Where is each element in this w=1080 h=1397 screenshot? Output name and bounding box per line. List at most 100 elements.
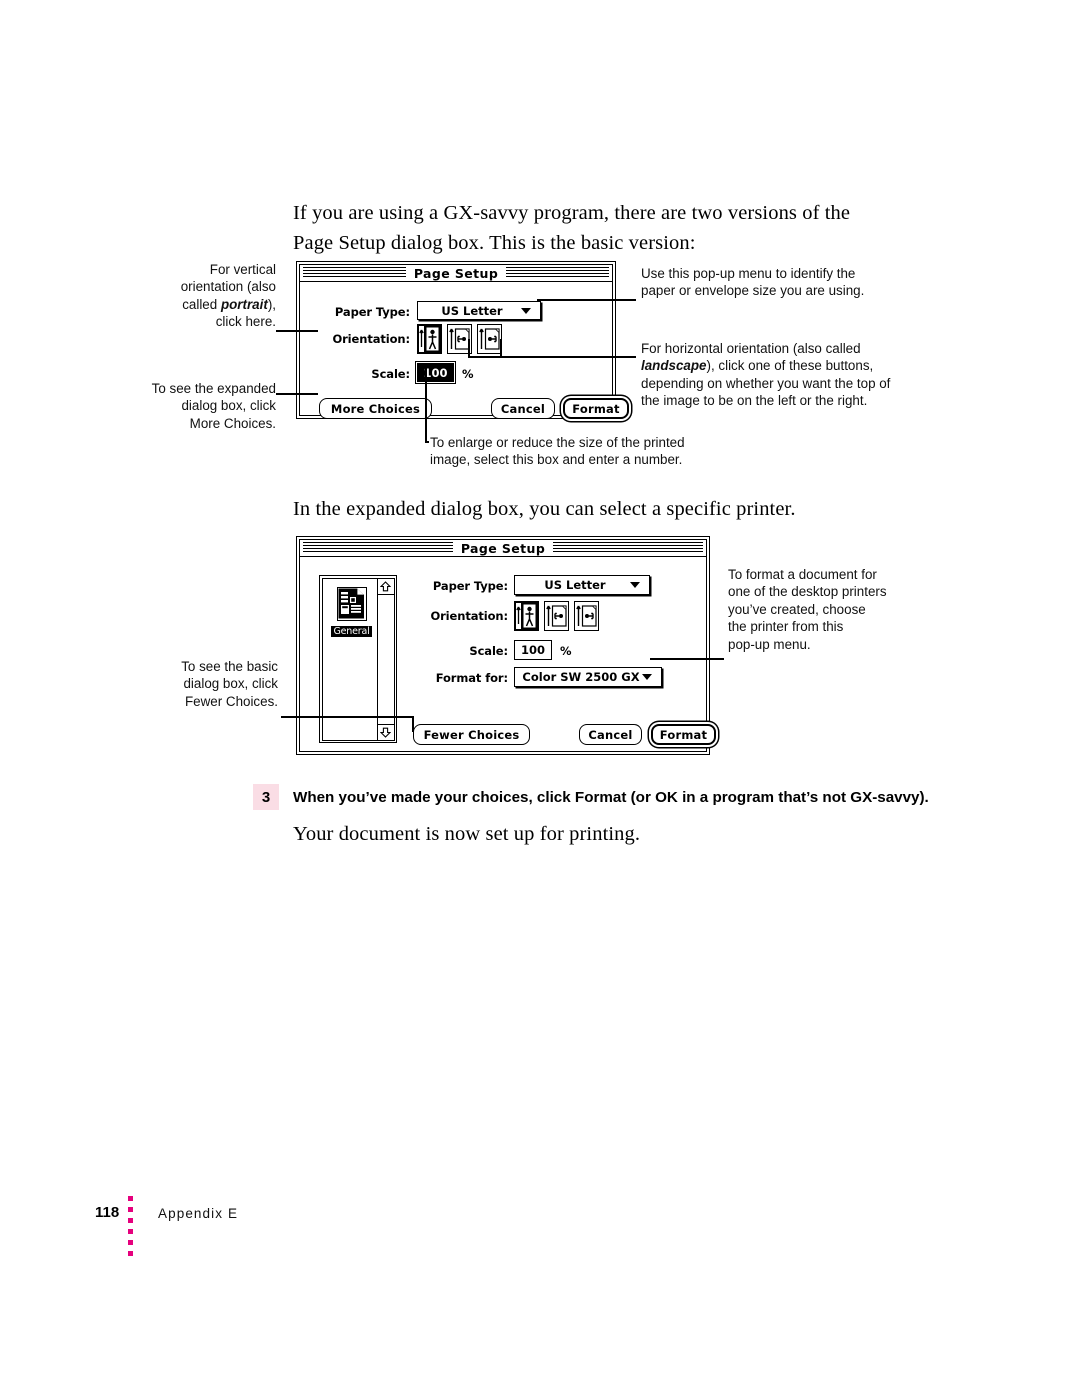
- leader-fewer-choices-h: [281, 716, 413, 718]
- expanded-dialog-frame: Page Setup General Paper Type: US Letter…: [299, 539, 716, 752]
- callout-line: click here.: [215, 314, 276, 330]
- basic-page-setup-dialog[interactable]: Page Setup Paper Type: US Letter Orienta…: [296, 261, 629, 419]
- expanded-paragraph-text: In the expanded dialog box, you can sele…: [293, 498, 796, 520]
- callout-line: orientation (also: [180, 279, 276, 295]
- leader-portrait: [276, 330, 318, 332]
- basic-dialog-frame: Page Setup Paper Type: US Letter Orienta…: [299, 264, 629, 419]
- cancel-button[interactable]: Cancel: [579, 724, 642, 745]
- callout-line: pop-up menu.: [728, 636, 811, 652]
- step-instruction: When you’ve made your choices, click For…: [293, 789, 929, 806]
- landscape-right-orientation-icon[interactable]: [477, 324, 502, 354]
- format-for-value: Color SW 2500 GX: [522, 670, 640, 684]
- scale-unit: %: [462, 367, 474, 381]
- callout-line: paper or envelope size you are using.: [641, 283, 865, 299]
- dot: [128, 1207, 133, 1212]
- callout-text: called: [182, 296, 221, 312]
- leader-paper-type: [537, 299, 636, 301]
- paper-type-label: Paper Type:: [334, 305, 410, 319]
- closing-paragraph-text: Your document is now set up for printing…: [293, 823, 641, 845]
- fewer-choices-button[interactable]: Fewer Choices: [413, 724, 530, 745]
- callout-fewer-choices: To see the basic dialog box, click Fewer…: [130, 658, 278, 710]
- desktop-printer-name: General: [331, 625, 372, 637]
- landscape-left-orientation-icon[interactable]: [544, 601, 569, 631]
- callout-line: Use this pop-up menu to identify the: [641, 266, 856, 281]
- callout-landscape: For horizontal orientation (also called …: [641, 340, 941, 410]
- paper-type-value: US Letter: [544, 578, 606, 592]
- dot: [128, 1251, 133, 1256]
- scroll-down-arrow-icon[interactable]: [377, 723, 394, 740]
- portrait-orientation-icon[interactable]: [417, 324, 442, 354]
- closing-paragraph: Your document is now set up for printing…: [293, 819, 893, 849]
- document-page: If you are using a GX-savvy program, the…: [0, 0, 1080, 1397]
- callout-format-for: To format a document for one of the desk…: [728, 566, 978, 653]
- orientation-button-group: [417, 324, 502, 354]
- dot: [128, 1229, 133, 1234]
- scale-input[interactable]: 100: [414, 360, 457, 385]
- chevron-down-icon: [630, 582, 640, 588]
- leader-format-for: [650, 658, 724, 660]
- dot: [128, 1218, 133, 1223]
- desktop-printer-item-general[interactable]: General: [320, 586, 384, 639]
- paper-type-popup[interactable]: US Letter: [417, 301, 541, 320]
- page-number: 118: [95, 1204, 120, 1221]
- callout-line: To see the basic: [181, 659, 278, 674]
- scale-label: Scale:: [469, 644, 508, 658]
- intro-paragraph-text: If you are using a GX-savvy program, the…: [293, 202, 851, 254]
- landscape-right-orientation-icon[interactable]: [574, 601, 599, 631]
- orientation-label: Orientation:: [430, 609, 508, 623]
- portrait-orientation-icon[interactable]: [514, 601, 539, 631]
- scale-unit: %: [560, 644, 572, 658]
- format-button[interactable]: Format: [563, 398, 629, 419]
- chevron-down-icon: [642, 674, 652, 680]
- scale-input[interactable]: 100: [514, 640, 552, 660]
- callout-line: For horizontal orientation (also called: [641, 341, 861, 356]
- callout-line: depending on whether you want the top of: [641, 375, 891, 391]
- expanded-dialog-titlebar[interactable]: Page Setup: [300, 540, 706, 557]
- basic-dialog-title: Page Setup: [405, 265, 507, 281]
- callout-paper-type-popup: Use this pop-up menu to identify the pap…: [641, 265, 931, 300]
- dot: [128, 1196, 133, 1201]
- basic-dialog-body: Paper Type: US Letter Orientation: Scale…: [300, 282, 629, 419]
- callout-text: ), click one of these buttons,: [706, 358, 874, 374]
- callout-line: one of the desktop printers: [728, 584, 887, 600]
- expanded-dialog-title: Page Setup: [452, 540, 554, 556]
- paper-type-popup[interactable]: US Letter: [514, 575, 650, 595]
- callout-line: Fewer Choices.: [184, 693, 278, 709]
- intro-paragraph: If you are using a GX-savvy program, the…: [293, 198, 893, 258]
- callout-line: dialog box, click: [183, 676, 278, 692]
- leader-landscape-v2: [500, 339, 502, 357]
- callout-line: For vertical: [209, 262, 276, 277]
- leader-scale-v: [425, 366, 427, 442]
- callout-text: ),: [267, 296, 276, 312]
- callout-line-landscape: landscape), click one of these buttons,: [641, 357, 941, 374]
- callout-emph: portrait: [220, 296, 268, 312]
- format-for-popup[interactable]: Color SW 2500 GX: [514, 667, 662, 687]
- desktop-printer-list[interactable]: General: [319, 575, 397, 743]
- step-number-badge: 3: [253, 784, 279, 810]
- format-button[interactable]: Format: [651, 724, 716, 745]
- callout-line: you’ve created, choose: [728, 601, 866, 617]
- leader-more-choices: [276, 393, 318, 395]
- callout-line: To format a document for: [728, 567, 877, 582]
- callout-line: More Choices.: [189, 415, 276, 431]
- callout-line: To see the expanded: [151, 381, 276, 396]
- expanded-page-setup-dialog[interactable]: Page Setup General Paper Type: US Letter…: [296, 536, 716, 755]
- footer-dot-rule: [128, 1196, 133, 1262]
- callout-line: the image to be on the left or the right…: [641, 393, 868, 409]
- callout-line: dialog box, click: [181, 398, 276, 414]
- leader-landscape-v1: [468, 339, 470, 357]
- expanded-paragraph: In the expanded dialog box, you can sele…: [293, 494, 913, 524]
- callout-emph: landscape: [641, 358, 707, 374]
- callout-line: image, select this box and enter a numbe…: [430, 452, 683, 468]
- format-for-label: Format for:: [435, 671, 508, 685]
- cancel-button[interactable]: Cancel: [491, 398, 555, 419]
- leader-scale-h: [425, 441, 429, 443]
- callout-scale: To enlarge or reduce the size of the pri…: [430, 434, 730, 469]
- expanded-dialog-body: General Paper Type: US Letter Orientatio…: [300, 557, 716, 751]
- orientation-label: Orientation:: [332, 332, 410, 346]
- basic-dialog-titlebar[interactable]: Page Setup: [300, 265, 612, 282]
- callout-line: the printer from this: [728, 619, 844, 635]
- leader-fewer-choices-v: [412, 716, 414, 732]
- printer-document-icon: [336, 586, 367, 621]
- more-choices-button[interactable]: More Choices: [319, 398, 432, 419]
